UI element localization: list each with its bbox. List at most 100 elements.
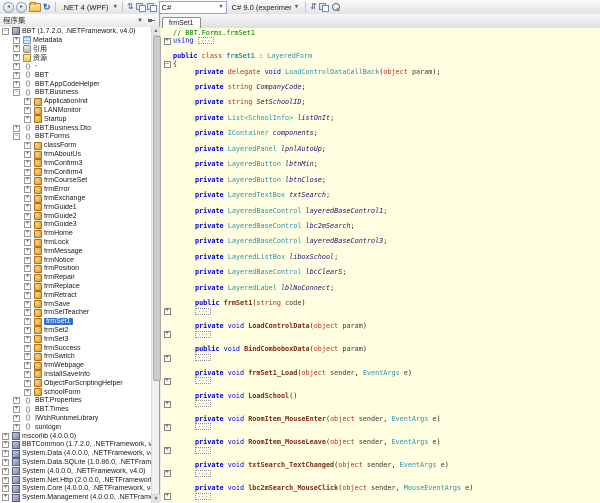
expander-icon[interactable]: +: [24, 142, 31, 149]
tab-frmset1[interactable]: frmSet1: [162, 17, 201, 28]
expander-icon[interactable]: +: [24, 318, 31, 325]
folded-code-box[interactable]: ...: [195, 493, 211, 500]
expander-icon[interactable]: +: [24, 265, 31, 272]
flatten-namespaces-button[interactable]: [136, 3, 145, 11]
expander-icon[interactable]: +: [24, 327, 31, 334]
tree-item[interactable]: +frmSwitch: [0, 352, 151, 361]
tree-item[interactable]: +Startup: [0, 115, 151, 124]
expander-icon[interactable]: +: [13, 37, 20, 44]
expander-icon[interactable]: +: [24, 239, 31, 246]
expander-icon[interactable]: +: [13, 415, 20, 422]
expander-icon[interactable]: +: [2, 450, 9, 457]
expander-icon[interactable]: +: [13, 54, 20, 61]
language-select[interactable]: C# ▼: [159, 1, 227, 14]
tree-item[interactable]: +schoolForm: [0, 388, 151, 397]
fold-marker-icon[interactable]: +: [164, 447, 171, 454]
expander-icon[interactable]: +: [2, 459, 9, 466]
tree-item[interactable]: +frmSet3: [0, 335, 151, 344]
tree-item[interactable]: +System (4.0.0.0, .NETFramework, v4.0): [0, 467, 151, 476]
tree-item[interactable]: +frmPosition: [0, 265, 151, 274]
fold-marker-icon[interactable]: +: [164, 401, 171, 408]
tree-item[interactable]: +frmAboutUs: [0, 150, 151, 159]
tree-item[interactable]: +frmSet2: [0, 326, 151, 335]
expander-icon[interactable]: −: [13, 89, 20, 96]
tree-item[interactable]: +Metadata: [0, 36, 151, 45]
folded-code-box[interactable]: ...: [195, 308, 211, 315]
expander-icon[interactable]: +: [24, 177, 31, 184]
folded-code-box[interactable]: ...: [198, 37, 214, 44]
fold-marker-icon[interactable]: −: [164, 61, 171, 68]
fold-marker-icon[interactable]: +: [164, 470, 171, 477]
expander-icon[interactable]: +: [2, 494, 9, 501]
tree-item[interactable]: +frmWebpage: [0, 361, 151, 370]
expander-icon[interactable]: +: [13, 72, 20, 79]
fold-marker-icon[interactable]: +: [164, 38, 171, 45]
expander-icon[interactable]: +: [24, 195, 31, 202]
back-button[interactable]: ◂: [3, 2, 14, 13]
expander-icon[interactable]: +: [24, 371, 31, 378]
sort-button[interactable]: ⇵: [310, 2, 317, 12]
expander-icon[interactable]: +: [24, 283, 31, 290]
tree-item[interactable]: −{}BBT.Forms: [0, 133, 151, 142]
language-version-select[interactable]: C# 9.0 (experimer ▼: [230, 2, 301, 13]
tree-item[interactable]: +ObjectForScriptingHelper: [0, 379, 151, 388]
tree-item[interactable]: +frmSelTeacher: [0, 309, 151, 318]
expander-icon[interactable]: +: [13, 125, 20, 132]
expander-icon[interactable]: −: [2, 28, 9, 35]
pin-icon[interactable]: [147, 16, 156, 25]
folded-code-box[interactable]: ...: [195, 470, 211, 477]
scroll-down-icon[interactable]: ▼: [152, 494, 160, 503]
tree-item[interactable]: +ApplicationInit: [0, 97, 151, 106]
tree-item[interactable]: +frmSuccess: [0, 344, 151, 353]
tree-item[interactable]: +引用: [0, 45, 151, 54]
tree-item[interactable]: +frmMessage: [0, 247, 151, 256]
expander-icon[interactable]: +: [24, 204, 31, 211]
expander-icon[interactable]: +: [24, 213, 31, 220]
fold-marker-icon[interactable]: +: [164, 355, 171, 362]
expander-icon[interactable]: +: [24, 274, 31, 281]
tree-item[interactable]: +InstallSaveInfo: [0, 370, 151, 379]
tree-item[interactable]: +frmSet1: [0, 317, 151, 326]
tree-item[interactable]: +frmRepair: [0, 273, 151, 282]
tree-item[interactable]: +frmConfirm4: [0, 168, 151, 177]
scroll-up-icon[interactable]: ▲: [152, 27, 160, 36]
expander-icon[interactable]: +: [13, 45, 20, 52]
expander-icon[interactable]: +: [24, 221, 31, 228]
fold-marker-icon[interactable]: +: [164, 424, 171, 431]
expander-icon[interactable]: +: [24, 98, 31, 105]
tree-item[interactable]: +frmGuide1: [0, 203, 151, 212]
tree-item[interactable]: +{}BBT.Business.Dto: [0, 124, 151, 133]
tree-item[interactable]: +classForm: [0, 141, 151, 150]
tree-item[interactable]: +{}BBT.Properties: [0, 396, 151, 405]
tree-item[interactable]: +frmCourseSet: [0, 177, 151, 186]
expander-icon[interactable]: +: [24, 248, 31, 255]
tree-item[interactable]: −{}BBT.Business: [0, 89, 151, 98]
fold-marker-icon[interactable]: +: [164, 378, 171, 385]
tree-item[interactable]: +frmGuide2: [0, 212, 151, 221]
expander-icon[interactable]: +: [24, 151, 31, 158]
tree-item[interactable]: +System.Net.Http (2.0.0.0, .NETFramework…: [0, 476, 151, 485]
tree-item[interactable]: +frmSave: [0, 300, 151, 309]
code-view[interactable]: // BBT.Forms.frmSet1+using ...public cla…: [161, 28, 600, 503]
tree-scrollbar[interactable]: ▲ ▼: [151, 27, 159, 503]
expander-icon[interactable]: +: [24, 362, 31, 369]
sort-assemblies-button[interactable]: ⇅: [127, 2, 134, 12]
expander-icon[interactable]: +: [24, 230, 31, 237]
folded-code-box[interactable]: ...: [195, 447, 211, 454]
expander-icon[interactable]: +: [24, 107, 31, 114]
tree-item[interactable]: +frmConfirm3: [0, 159, 151, 168]
expander-icon[interactable]: +: [2, 477, 9, 484]
tree-item[interactable]: +frmRetract: [0, 291, 151, 300]
folded-code-box[interactable]: ...: [195, 423, 211, 430]
expander-icon[interactable]: +: [24, 160, 31, 167]
expander-icon[interactable]: +: [24, 169, 31, 176]
expander-icon[interactable]: +: [24, 336, 31, 343]
expander-icon[interactable]: +: [24, 292, 31, 299]
expander-icon[interactable]: −: [13, 133, 20, 140]
folded-code-box[interactable]: ...: [195, 331, 211, 338]
assembly-list-button[interactable]: [147, 3, 156, 11]
tree-item[interactable]: +frmExchange: [0, 194, 151, 203]
expander-icon[interactable]: +: [24, 257, 31, 264]
tree-item[interactable]: +frmError: [0, 185, 151, 194]
folded-code-box[interactable]: ...: [195, 400, 211, 407]
